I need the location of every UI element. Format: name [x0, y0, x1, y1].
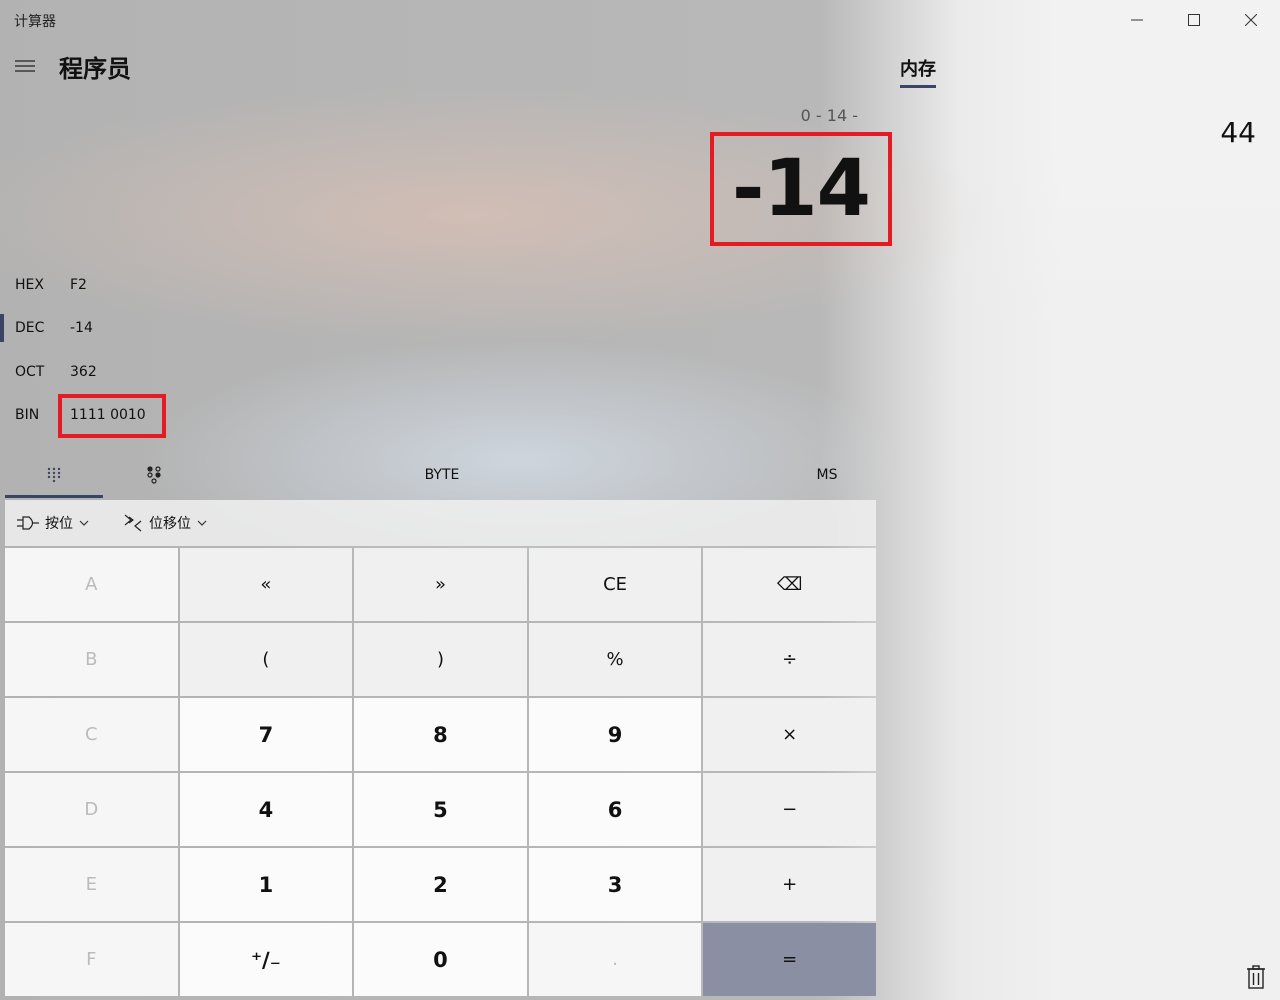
memory-store-button[interactable]: MS	[785, 452, 869, 498]
close-button[interactable]	[1228, 6, 1274, 34]
key-open-paren[interactable]: (	[179, 623, 353, 696]
key-hex-f[interactable]: F	[5, 923, 178, 996]
key-3[interactable]: 3	[528, 848, 702, 921]
bin-highlight-box	[58, 394, 166, 438]
word-size-button[interactable]: BYTE	[387, 452, 497, 498]
key-negate[interactable]: ⁺∕₋	[179, 923, 353, 996]
result-highlight-box	[710, 132, 892, 246]
key-7[interactable]: 7	[179, 698, 353, 771]
bit-shift-icon	[124, 514, 142, 532]
key-6[interactable]: 6	[528, 773, 702, 846]
bit-toggle-icon	[147, 466, 161, 484]
memory-item[interactable]: 44	[1200, 116, 1256, 149]
key-modulo[interactable]: %	[528, 623, 702, 696]
bitshift-dropdown[interactable]: 位移位	[123, 500, 207, 546]
key-close-paren[interactable]: )	[354, 623, 527, 696]
operator-dropdown-row: 按位 位移位	[5, 500, 876, 546]
radix-label: DEC	[15, 320, 45, 336]
bitwise-dropdown[interactable]: 按位	[17, 500, 89, 546]
radix-value: -14	[70, 320, 93, 336]
close-icon	[1245, 14, 1257, 26]
maximize-icon	[1188, 14, 1200, 26]
clear-memory-button[interactable]	[1243, 962, 1269, 992]
key-multiply[interactable]: ×	[703, 698, 876, 771]
key-9[interactable]: 9	[528, 698, 702, 771]
key-hex-c[interactable]: C	[5, 698, 178, 771]
hamburger-icon	[15, 60, 35, 72]
key-hex-d[interactable]: D	[5, 773, 178, 846]
minimize-button[interactable]	[1114, 6, 1160, 34]
key-hex-a[interactable]: A	[5, 548, 178, 621]
radix-oct[interactable]: OCT 362	[0, 352, 240, 392]
key-subtract[interactable]: −	[703, 773, 876, 846]
key-add[interactable]: +	[703, 848, 876, 921]
key-8[interactable]: 8	[354, 698, 527, 771]
logic-gate-icon	[17, 516, 39, 530]
key-1[interactable]: 1	[179, 848, 353, 921]
expression-display: 0 - 14 -	[800, 106, 858, 125]
full-keypad-toggle[interactable]	[5, 452, 103, 498]
radix-hex[interactable]: HEX F2	[0, 265, 240, 305]
radix-label: HEX	[15, 277, 44, 293]
minimize-icon	[1131, 19, 1143, 21]
key-5[interactable]: 5	[354, 773, 527, 846]
key-hex-e[interactable]: E	[5, 848, 178, 921]
bitwise-label: 按位	[45, 516, 73, 532]
mode-title: 程序员	[59, 55, 131, 83]
key-4[interactable]: 4	[179, 773, 353, 846]
key-backspace[interactable]: ⌫	[703, 548, 876, 621]
bit-toggle-keypad[interactable]	[109, 452, 199, 498]
keypad: A « » CE ⌫ B ( ) % ÷ C 7 8 9 × D 4 5 6 −…	[5, 548, 876, 996]
key-clear-entry[interactable]: CE	[528, 548, 702, 621]
key-hex-b[interactable]: B	[5, 623, 178, 696]
chevron-down-icon	[79, 520, 89, 526]
radix-dec[interactable]: DEC -14	[0, 308, 240, 348]
key-left-shift[interactable]: «	[179, 548, 353, 621]
trash-icon	[1247, 965, 1265, 989]
radix-value: F2	[70, 277, 87, 293]
key-divide[interactable]: ÷	[703, 623, 876, 696]
tab-memory[interactable]: 内存	[900, 55, 936, 88]
active-toggle-underline	[5, 495, 103, 498]
maximize-button[interactable]	[1171, 6, 1217, 34]
keypad-grid-icon	[47, 467, 61, 483]
key-right-shift[interactable]: »	[354, 548, 527, 621]
key-decimal[interactable]: .	[528, 923, 702, 996]
navigation-menu-button[interactable]	[10, 52, 40, 80]
bitshift-label: 位移位	[149, 516, 191, 532]
key-0[interactable]: 0	[354, 923, 527, 996]
radix-label: OCT	[15, 364, 45, 380]
active-indicator	[0, 314, 4, 342]
radix-value: 362	[70, 364, 97, 380]
app-title: 计算器	[14, 14, 56, 30]
keypad-toolbar: BYTE MS	[5, 452, 876, 498]
radix-label: BIN	[15, 407, 40, 423]
key-2[interactable]: 2	[354, 848, 527, 921]
key-equals[interactable]: =	[703, 923, 876, 996]
chevron-down-icon	[197, 520, 207, 526]
